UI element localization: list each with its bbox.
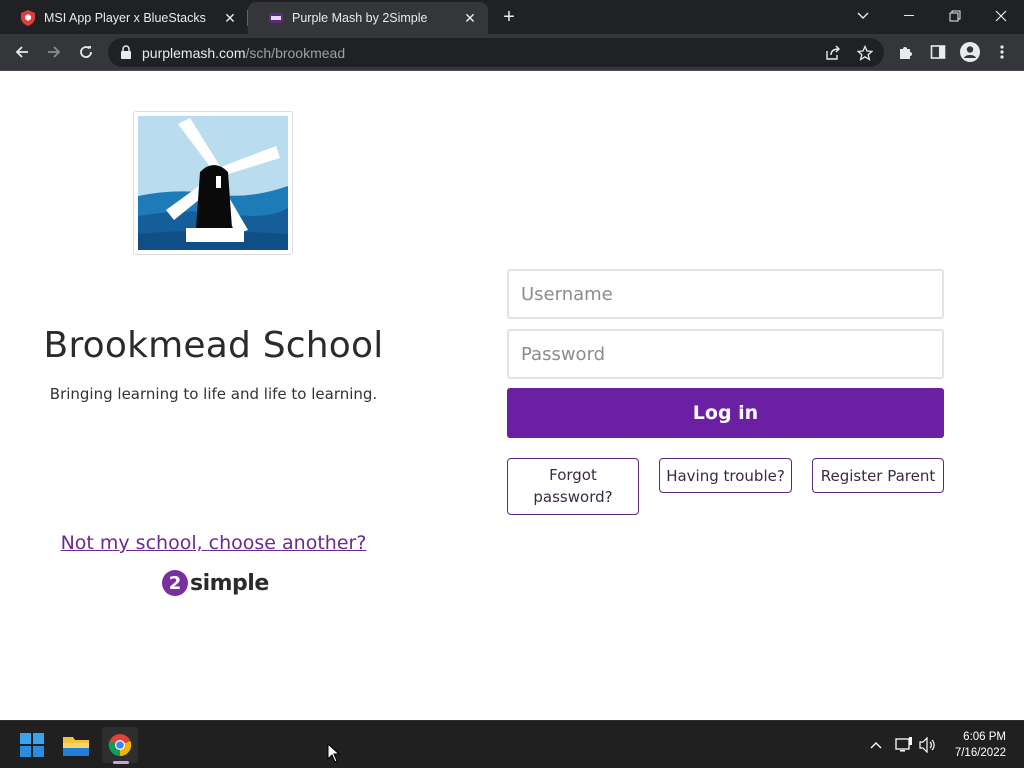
- back-arrow-icon[interactable]: [8, 38, 36, 66]
- reload-icon[interactable]: [72, 38, 100, 66]
- tab-title: MSI App Player x BlueStacks: [44, 11, 206, 25]
- close-icon[interactable]: ✕: [462, 10, 478, 26]
- register-parent-button[interactable]: Register Parent: [812, 458, 944, 493]
- minimize-icon[interactable]: [886, 0, 932, 32]
- chrome-taskbar-icon[interactable]: [102, 727, 138, 763]
- active-app-indicator: [113, 761, 129, 764]
- tab-purple-mash[interactable]: Purple Mash by 2Simple ✕: [248, 2, 488, 34]
- windmill-logo-icon: [138, 116, 288, 250]
- windows-start-icon[interactable]: [14, 727, 50, 763]
- school-tagline: Bringing learning to life and life to le…: [49, 385, 378, 403]
- new-tab-icon[interactable]: +: [498, 6, 520, 28]
- extensions-puzzle-icon[interactable]: [892, 38, 920, 66]
- windows-taskbar: 6:06 PM 7/16/2022: [0, 720, 1024, 768]
- share-icon[interactable]: [824, 44, 842, 62]
- close-window-icon[interactable]: [978, 0, 1024, 32]
- tab-search-chevron-icon[interactable]: [840, 0, 886, 32]
- 2simple-logo: 2 simple: [162, 568, 269, 598]
- menu-kebab-icon[interactable]: [988, 38, 1016, 66]
- password-field[interactable]: [507, 329, 944, 379]
- file-explorer-icon[interactable]: [58, 727, 94, 763]
- browser-tab-strip: MSI App Player x BlueStacks ✕ Purple Mas…: [0, 0, 1024, 34]
- url-text: purplemash.com/sch/brookmead: [142, 45, 345, 61]
- 2simple-number: 2: [162, 570, 188, 596]
- lock-icon: [120, 45, 134, 59]
- school-logo: [133, 111, 293, 255]
- close-icon[interactable]: ✕: [222, 10, 238, 26]
- choose-another-school-link[interactable]: Not my school, choose another?: [0, 532, 427, 554]
- school-name: Brookmead School: [43, 325, 384, 366]
- system-clock[interactable]: 6:06 PM 7/16/2022: [955, 729, 1006, 761]
- network-icon[interactable]: [894, 735, 914, 755]
- 2simple-word: simple: [190, 570, 269, 596]
- mouse-cursor-icon: [327, 742, 341, 763]
- browser-toolbar: purplemash.com/sch/brookmead: [0, 34, 1024, 71]
- login-button[interactable]: Log in: [507, 388, 944, 438]
- login-page: Brookmead School Bringing learning to li…: [0, 71, 1024, 720]
- forgot-password-button[interactable]: Forgot password?: [507, 458, 639, 515]
- side-panel-icon[interactable]: [924, 38, 952, 66]
- having-trouble-button[interactable]: Having trouble?: [659, 458, 792, 493]
- username-field[interactable]: [507, 269, 944, 319]
- purple-mash-icon: [268, 10, 284, 26]
- clock-time: 6:06 PM: [963, 731, 1006, 743]
- volume-icon[interactable]: [918, 735, 938, 755]
- profile-avatar-icon[interactable]: [956, 38, 984, 66]
- address-bar[interactable]: purplemash.com/sch/brookmead: [108, 38, 884, 67]
- show-hidden-icons-chevron-icon[interactable]: [866, 735, 886, 755]
- url-path: /sch/brookmead: [245, 45, 346, 61]
- clock-date: 7/16/2022: [954, 747, 1006, 759]
- bookmark-star-icon[interactable]: [856, 44, 874, 62]
- forward-arrow-icon[interactable]: [40, 38, 68, 66]
- tab-title: Purple Mash by 2Simple: [292, 11, 428, 25]
- restore-icon[interactable]: [932, 0, 978, 32]
- msi-shield-icon: [20, 10, 36, 26]
- url-domain: purplemash.com: [142, 45, 246, 61]
- tab-msi-app-player[interactable]: MSI App Player x BlueStacks ✕: [0, 2, 248, 34]
